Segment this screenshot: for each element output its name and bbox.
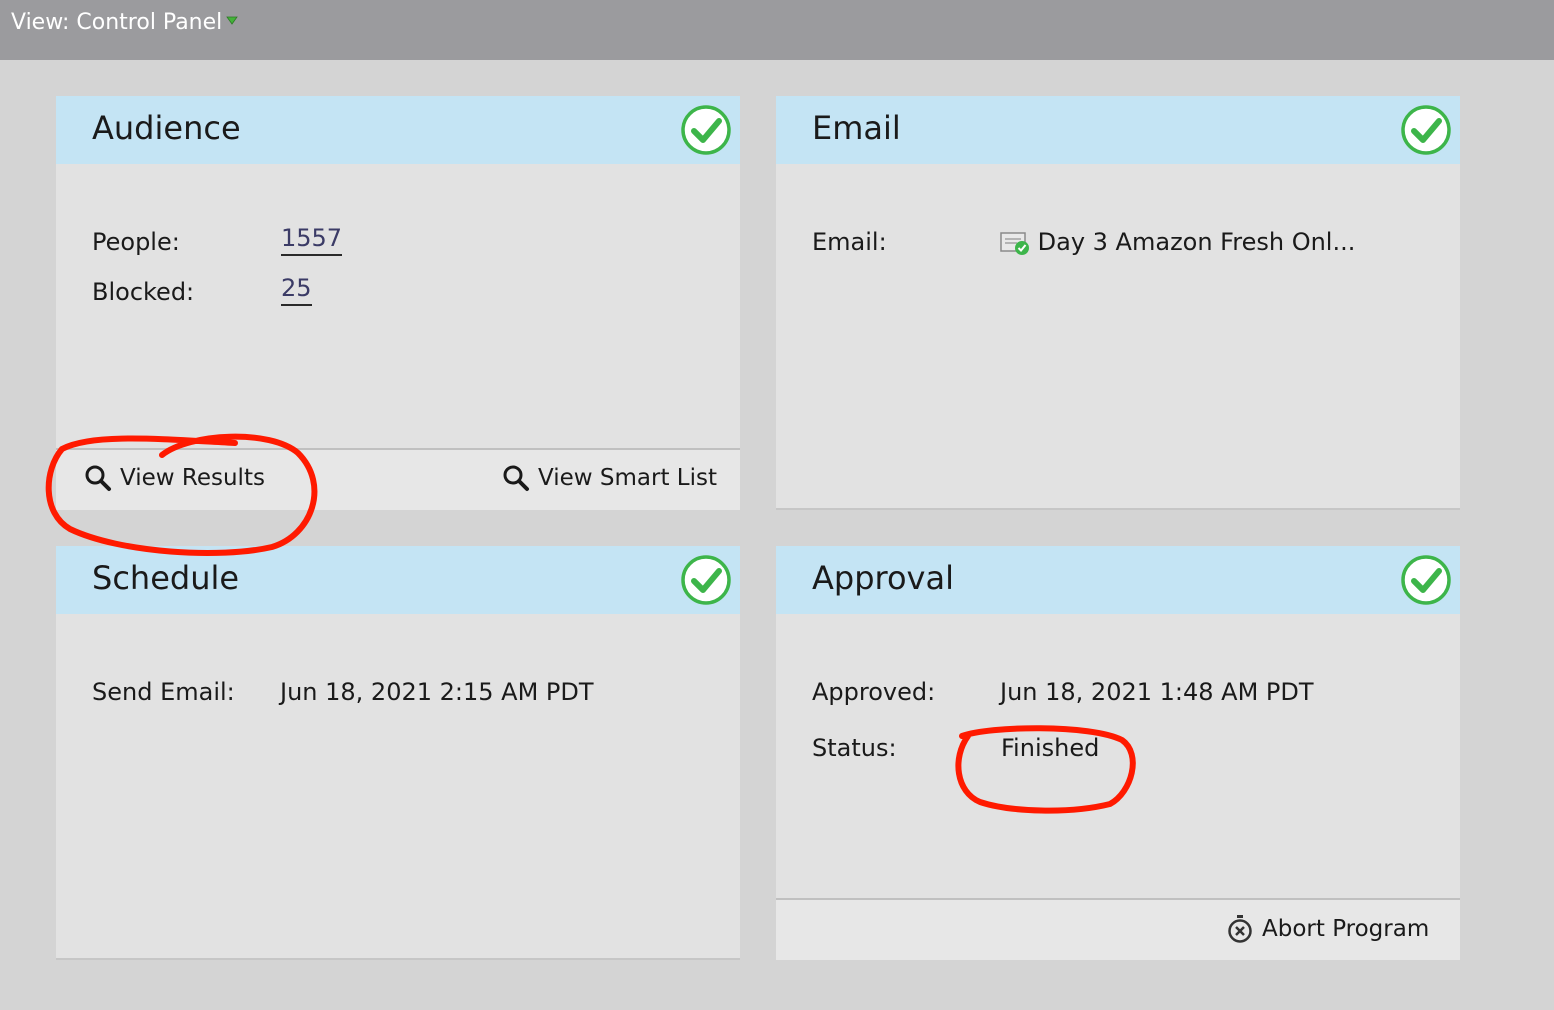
blocked-count-link[interactable]: 25 <box>281 274 312 306</box>
caret-down-icon <box>226 16 239 25</box>
check-circle-icon <box>681 555 731 605</box>
send-email-label: Send Email: <box>92 678 235 706</box>
blocked-label: Blocked: <box>92 278 195 306</box>
approval-panel-header: Approval <box>776 546 1460 614</box>
audience-panel: Audience People: 1557 Blocked: 25 View R… <box>56 96 740 510</box>
schedule-panel-header: Schedule <box>56 546 740 614</box>
status-label: Status: <box>812 734 897 762</box>
search-icon <box>85 465 111 491</box>
email-bottom-edge <box>776 508 1460 510</box>
email-panel-header: Email <box>776 96 1460 164</box>
view-smart-list-label: View Smart List <box>538 465 717 491</box>
status-value: Finished <box>1001 734 1100 762</box>
email-asset-name: Day 3 Amazon Fresh Onl... <box>1037 228 1356 256</box>
email-panel: Email Email: Day 3 Amazon Fresh Onl... <box>776 96 1460 510</box>
check-circle-icon <box>1401 105 1451 155</box>
abort-program-label: Abort Program <box>1262 916 1430 942</box>
audience-title: Audience <box>92 109 241 147</box>
abort-program-button[interactable]: Abort Program <box>1226 914 1429 944</box>
schedule-panel: Schedule Send Email: Jun 18, 2021 2:15 A… <box>56 546 740 960</box>
schedule-bottom-edge <box>56 958 740 960</box>
send-email-value: Jun 18, 2021 2:15 AM PDT <box>280 678 594 706</box>
view-selector[interactable]: View: Control Panel <box>11 10 239 35</box>
people-count-link[interactable]: 1557 <box>281 224 343 256</box>
email-label: Email: <box>812 228 887 256</box>
email-asset-link[interactable]: Day 3 Amazon Fresh Onl... <box>1000 228 1355 256</box>
stopwatch-x-icon <box>1228 915 1252 943</box>
check-circle-icon <box>1401 555 1451 605</box>
people-label: People: <box>92 228 180 256</box>
search-icon <box>503 465 529 491</box>
approval-panel: Approval Approved: Jun 18, 2021 1:48 AM … <box>776 546 1460 960</box>
approval-footer: Abort Program <box>776 900 1460 960</box>
email-title: Email <box>812 109 901 147</box>
check-circle-icon <box>681 105 731 155</box>
top-bar: View: Control Panel <box>0 0 1554 60</box>
email-document-icon <box>1000 232 1029 255</box>
view-results-label: View Results <box>120 465 265 491</box>
approved-label: Approved: <box>812 678 936 706</box>
schedule-title: Schedule <box>92 559 240 597</box>
audience-panel-header: Audience <box>56 96 740 164</box>
view-smart-list-button[interactable]: View Smart List <box>502 464 717 492</box>
approved-value: Jun 18, 2021 1:48 AM PDT <box>1000 678 1314 706</box>
view-results-button[interactable]: View Results <box>84 464 265 492</box>
audience-footer: View Results View Smart List <box>56 450 740 510</box>
approval-title: Approval <box>812 559 954 597</box>
view-label-text: View: Control Panel <box>11 10 223 35</box>
